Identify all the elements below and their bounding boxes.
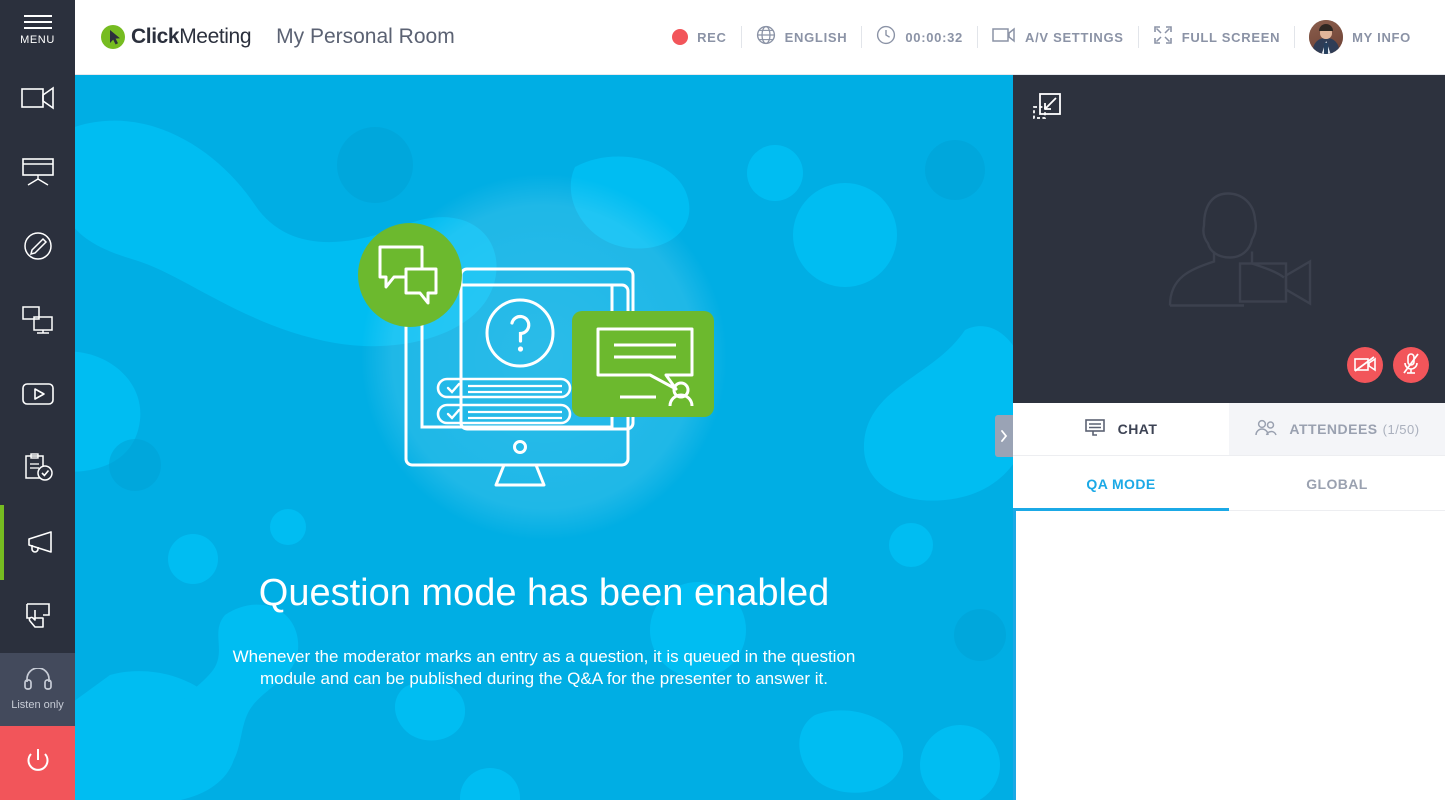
headphones-icon xyxy=(23,667,52,695)
av-settings-button[interactable]: A/V SETTINGS xyxy=(978,26,1138,49)
rec-button[interactable]: REC xyxy=(658,29,741,45)
tab-chat[interactable]: CHAT xyxy=(1013,403,1229,455)
session-timer[interactable]: 00:00:32 xyxy=(862,25,977,50)
rec-label: REC xyxy=(697,29,727,45)
clock-icon xyxy=(876,25,896,50)
chat-icon xyxy=(1084,418,1107,440)
minimize-window-icon[interactable] xyxy=(1033,93,1061,126)
listen-only-button[interactable]: Listen only xyxy=(0,653,75,727)
megaphone-icon xyxy=(21,529,55,555)
menu-label: MENU xyxy=(20,34,55,47)
logo-text: ClickMeeting xyxy=(131,25,252,49)
sidebar-item-presentation[interactable] xyxy=(0,135,75,209)
main-stage: Question mode has been enabled Whenever … xyxy=(75,75,1013,800)
sidebar-item-polls[interactable] xyxy=(0,505,75,581)
subtab-global[interactable]: GLOBAL xyxy=(1229,456,1445,511)
clickmeeting-logo[interactable]: ClickMeeting xyxy=(100,24,252,50)
logo-cursor-icon xyxy=(100,24,126,50)
right-panel: CHAT ATTENDEES (1/50) QA MODE GLOBAL xyxy=(995,75,1445,800)
stage-title: Question mode has been enabled xyxy=(258,572,830,614)
question-mode-monitor-illustration xyxy=(358,223,714,487)
top-header-bar: ClickMeeting My Personal Room REC ENGLIS… xyxy=(75,0,1445,75)
sidebar-item-camera[interactable] xyxy=(0,61,75,135)
fullscreen-button[interactable]: FULL SCREEN xyxy=(1139,25,1294,50)
hand-click-icon xyxy=(22,601,54,631)
stage-description: Whenever the moderator marks an entry as… xyxy=(232,647,856,688)
panel-subtabs: QA MODE GLOBAL xyxy=(1013,456,1445,511)
screen-share-icon xyxy=(21,305,55,335)
presentation-board-icon xyxy=(21,157,55,187)
fullscreen-expand-icon xyxy=(1153,25,1173,50)
sidebar-item-call-to-action[interactable] xyxy=(0,579,75,653)
camera-off-button[interactable] xyxy=(1347,347,1383,383)
logo-click: Click xyxy=(131,25,180,48)
mic-off-button[interactable] xyxy=(1393,347,1429,383)
hamburger-icon xyxy=(23,15,52,30)
chat-message-list[interactable] xyxy=(1013,511,1445,800)
tab-attendees-label: ATTENDEES xyxy=(1289,421,1378,437)
tab-attendees[interactable]: ATTENDEES (1/50) xyxy=(1229,403,1445,455)
clipboard-check-icon xyxy=(22,453,54,483)
clickmeeting-app-window: MENU Listen only ClickMeeting My Persona… xyxy=(0,0,1445,800)
page-title: My Personal Room xyxy=(276,25,455,48)
leave-session-button[interactable] xyxy=(0,726,75,800)
record-dot-icon xyxy=(672,29,689,45)
chevron-right-icon xyxy=(1000,430,1008,442)
fullscreen-label: FULL SCREEN xyxy=(1181,29,1281,45)
video-area xyxy=(995,75,1445,457)
sidebar-item-tests-surveys[interactable] xyxy=(0,431,75,505)
sidebar-item-screen-share[interactable] xyxy=(0,283,75,357)
header-tools: REC ENGLISH 00:00:32 A/V SETTINGS FULL S… xyxy=(658,20,1425,54)
power-icon xyxy=(24,747,52,780)
logo-meeting: Meeting xyxy=(179,25,252,48)
video-settings-icon xyxy=(992,26,1016,49)
video-camera-icon xyxy=(20,86,55,110)
menu-button[interactable]: MENU xyxy=(0,0,75,61)
sidebar-item-whiteboard[interactable] xyxy=(0,209,75,283)
my-info-button[interactable]: MY INFO xyxy=(1295,20,1425,54)
tab-chat-label: CHAT xyxy=(1117,421,1158,437)
avatar xyxy=(1309,20,1344,54)
attendees-count: (1/50) xyxy=(1382,421,1420,437)
sidebar-item-video-player[interactable] xyxy=(0,357,75,431)
language-label: ENGLISH xyxy=(784,29,848,45)
globe-icon xyxy=(756,25,776,50)
timer-label: 00:00:32 xyxy=(905,29,963,45)
video-controls xyxy=(1347,347,1429,383)
my-info-label: MY INFO xyxy=(1352,29,1411,45)
attendees-icon xyxy=(1254,419,1278,440)
left-sidebar: MENU Listen only xyxy=(0,0,75,800)
pencil-circle-icon xyxy=(23,231,53,261)
subtab-qa-mode[interactable]: QA MODE xyxy=(1013,456,1229,511)
user-camera-placeholder-icon xyxy=(1144,173,1314,318)
panel-tabs: CHAT ATTENDEES (1/50) xyxy=(1013,403,1445,456)
panel-collapse-handle[interactable] xyxy=(995,415,1013,457)
language-button[interactable]: ENGLISH xyxy=(742,25,862,50)
play-button-icon xyxy=(21,382,55,406)
camera-off-icon xyxy=(1354,355,1376,376)
listen-only-label: Listen only xyxy=(11,699,64,712)
mic-off-icon xyxy=(1402,352,1420,378)
av-settings-label: A/V SETTINGS xyxy=(1024,29,1124,45)
